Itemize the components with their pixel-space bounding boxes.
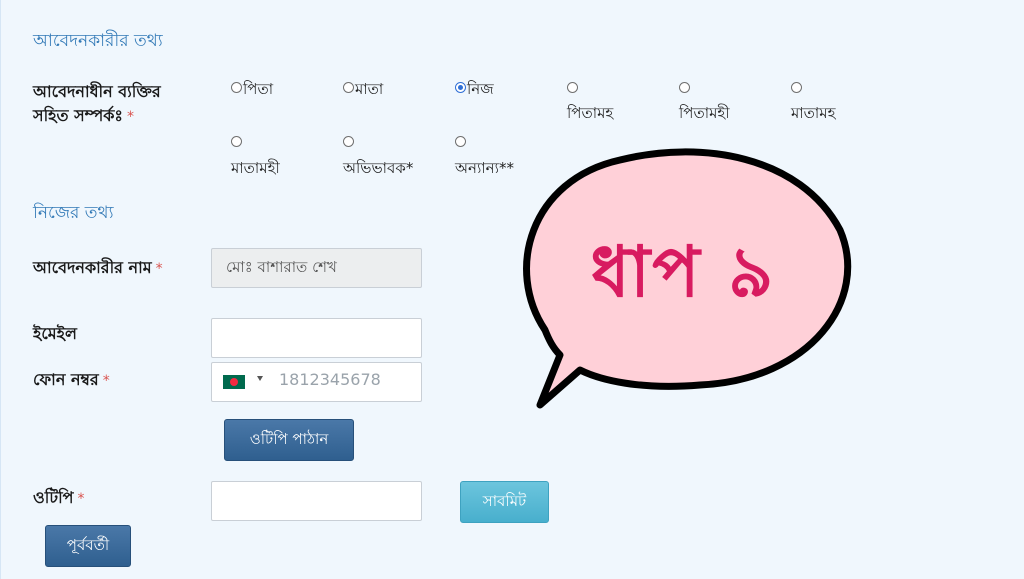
phone-label-text: ফোন নম্বর bbox=[33, 370, 99, 389]
email-label: ইমেইল bbox=[33, 324, 77, 343]
applicant-name-field: মোঃ বাশারাত শেখ bbox=[211, 248, 422, 288]
radio-maternal-grandfather[interactable] bbox=[791, 82, 802, 93]
radio-paternal-grandfather[interactable] bbox=[567, 82, 578, 93]
name-label-text: আবেদনকারীর নাম bbox=[33, 258, 152, 277]
name-label: আবেদনকারীর নাম * bbox=[33, 256, 183, 281]
radio-label-maternal-grandmother: মাতামহী bbox=[231, 159, 280, 177]
radio-paternal-grandmother[interactable] bbox=[679, 82, 690, 93]
radio-label-self: নিজ bbox=[467, 80, 494, 98]
relation-label-text: আবেদনাধীন ব্যক্তির সহিত সম্পর্কঃ bbox=[33, 82, 161, 125]
required-mark: * bbox=[126, 109, 134, 125]
otp-label: ওটিপি * bbox=[33, 486, 85, 511]
radio-mother[interactable] bbox=[343, 82, 354, 93]
section-title-applicant: আবেদনকারীর তথ্য bbox=[33, 31, 163, 51]
required-mark: * bbox=[155, 261, 163, 277]
radio-label-mother: মাতা bbox=[355, 80, 384, 98]
radio-others[interactable] bbox=[455, 136, 466, 147]
previous-button[interactable]: পূর্ববর্তী bbox=[45, 525, 131, 567]
relation-label: আবেদনাধীন ব্যক্তির সহিত সম্পর্কঃ * bbox=[33, 80, 183, 129]
submit-button[interactable]: সাবমিট bbox=[460, 481, 549, 523]
step-badge-text: ধাপ ৯ bbox=[590, 231, 776, 313]
radio-father[interactable] bbox=[231, 82, 242, 93]
required-mark: * bbox=[102, 373, 110, 389]
radio-label-guardian: অভিভাবক* bbox=[343, 159, 414, 177]
phone-placeholder: 1812345678 bbox=[279, 370, 381, 389]
section-title-self: নিজের তথ্য bbox=[33, 203, 114, 223]
radio-label-paternal-grandmother: পিতামহী bbox=[679, 104, 730, 122]
otp-field[interactable] bbox=[211, 481, 422, 521]
radio-label-maternal-grandfather: মাতামহ bbox=[791, 104, 836, 122]
send-otp-button[interactable]: ওটিপি পাঠান bbox=[224, 419, 354, 461]
radio-self[interactable] bbox=[455, 82, 466, 93]
email-field[interactable] bbox=[211, 318, 422, 358]
chevron-down-icon[interactable] bbox=[257, 376, 263, 381]
radio-label-father: পিতা bbox=[243, 80, 274, 98]
radio-maternal-grandmother[interactable] bbox=[231, 136, 242, 147]
bangladesh-flag-icon[interactable] bbox=[223, 375, 245, 389]
radio-guardian[interactable] bbox=[343, 136, 354, 147]
form-panel: আবেদনকারীর তথ্য আবেদনাধীন ব্যক্তির সহিত … bbox=[0, 0, 1024, 579]
phone-label: ফোন নম্বর * bbox=[33, 368, 110, 393]
radio-label-others: অন্যান্য** bbox=[455, 159, 514, 177]
required-mark: * bbox=[77, 491, 85, 507]
radio-label-paternal-grandfather: পিতামহ bbox=[567, 104, 614, 122]
otp-label-text: ওটিপি bbox=[33, 488, 74, 507]
